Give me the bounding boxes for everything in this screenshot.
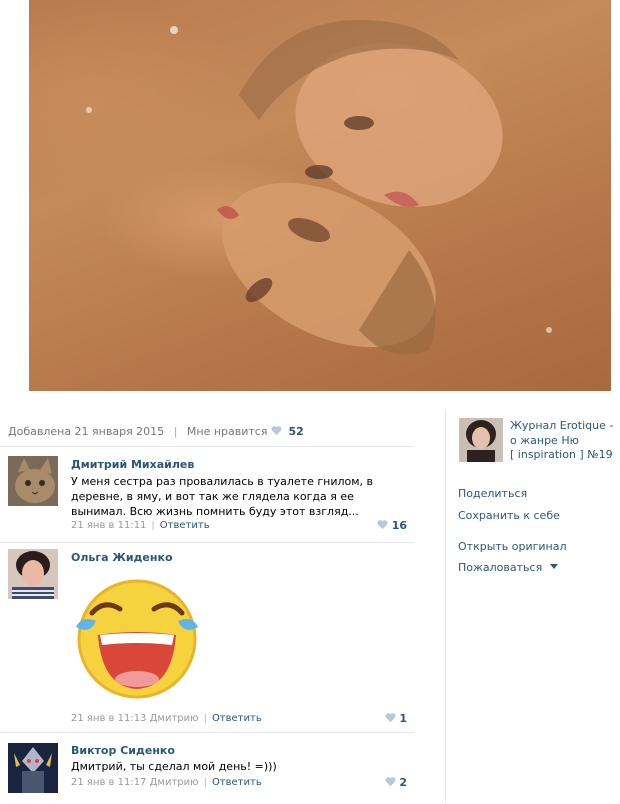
heart-icon (385, 777, 395, 787)
main-photo[interactable] (29, 0, 611, 391)
comment-like[interactable]: 2 (385, 776, 407, 789)
comment-date[interactable]: 21 янв в 11:17 (71, 777, 146, 788)
comment-3: Виктор Сиденко Дмитрий, ты сделал мой де… (0, 732, 414, 804)
comment-author[interactable]: Дмитрий Михайлев (71, 458, 194, 471)
photo-meta: Добавлена 21 января 2015 | Мне нравится … (8, 425, 304, 438)
album-subtitle[interactable]: [ inspiration ] №19 (510, 448, 613, 461)
woman-avatar-icon (8, 549, 58, 599)
photo-sidebar: Журнал Erotique - о жанре Ню [ inspirati… (445, 411, 620, 803)
reply-link[interactable]: Ответить (212, 713, 262, 724)
share-link[interactable]: Поделиться (458, 487, 527, 500)
avatar[interactable] (8, 743, 58, 793)
comment-author[interactable]: Ольга Жиденко (71, 551, 173, 564)
comment-text: У меня сестра раз провалилась в туалете … (71, 475, 374, 518)
open-original-link[interactable]: Открыть оригинал (458, 540, 567, 553)
added-date: Добавлена 21 января 2015 (8, 425, 165, 438)
report-label: Пожаловаться (458, 561, 543, 574)
chevron-down-icon (549, 564, 558, 569)
comment-date[interactable]: 21 янв в 11:11 (71, 520, 146, 531)
reply-link[interactable]: Ответить (160, 520, 210, 531)
heart-icon (377, 520, 388, 530)
report-link[interactable]: Пожаловаться (458, 561, 558, 574)
comment-like-count: 2 (399, 776, 407, 789)
comment-footer: 21 янв в 11:13 Дмитрию | Ответить (71, 713, 262, 724)
avatar[interactable] (8, 549, 58, 599)
avatar[interactable] (8, 456, 58, 506)
warrior-avatar-icon (8, 743, 58, 793)
like-label[interactable]: Мне нравится (187, 425, 268, 438)
album-title[interactable]: Журнал Erotique - о жанре Ню (510, 418, 620, 448)
save-link[interactable]: Сохранить к себе (458, 509, 560, 522)
comment-1: Дмитрий Михайлев У меня сестра раз прова… (0, 446, 414, 543)
comment-text: Дмитрий, ты сделал мой день! =))) (71, 760, 277, 773)
photo-two-faces-image (86, 20, 552, 355)
reply-to[interactable]: Дмитрию (150, 713, 199, 724)
comment-author[interactable]: Виктор Сиденко (71, 744, 175, 757)
comment-footer: 21 янв в 11:11 | Ответить (71, 520, 210, 531)
laughing-crying-emoji-icon (76, 579, 198, 699)
comment-date[interactable]: 21 янв в 11:13 (71, 713, 146, 724)
footer-separator: | (203, 713, 207, 724)
comment-like-count: 16 (391, 519, 407, 532)
footer-separator: | (151, 520, 155, 531)
comment-like[interactable]: 1 (385, 712, 407, 725)
meta-separator: | (173, 425, 178, 438)
comment-like-count: 1 (399, 712, 407, 725)
like-count: 52 (288, 425, 304, 438)
album-avatar[interactable] (459, 418, 503, 462)
heart-icon[interactable] (271, 425, 282, 436)
comment-like[interactable]: 16 (377, 519, 407, 532)
heart-icon (385, 713, 395, 723)
reply-link[interactable]: Ответить (212, 777, 262, 788)
comment-footer: 21 янв в 11:17 Дмитрию | Ответить (71, 777, 262, 788)
comment-2: Ольга Жиденко 21 янв в 11:13 Дмитрию | Отв… (0, 542, 414, 733)
cat-avatar-icon (8, 456, 58, 506)
footer-separator: | (203, 777, 207, 788)
woman-portrait-icon (459, 418, 503, 462)
reply-to[interactable]: Дмитрию (150, 777, 199, 788)
